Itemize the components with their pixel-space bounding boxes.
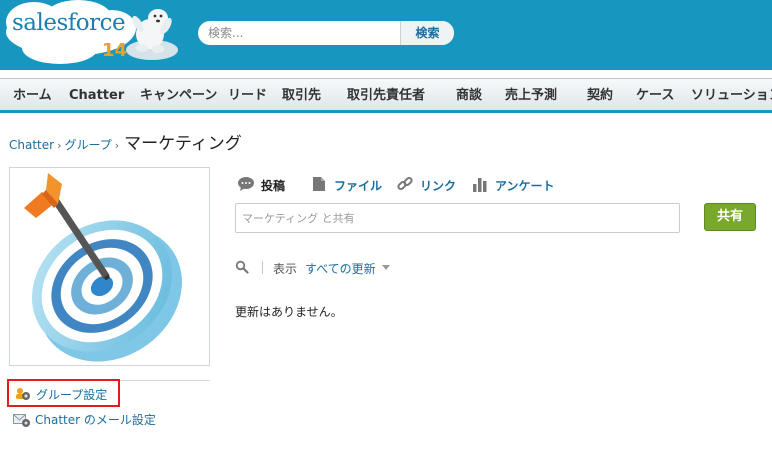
breadcrumb-separator: › <box>57 139 62 152</box>
email-settings-icon <box>13 414 30 427</box>
tab-cases[interactable]: ケース <box>636 79 674 110</box>
tab-leads[interactable]: リード <box>228 79 267 110</box>
publisher-file-tab[interactable]: ファイル <box>312 176 382 194</box>
target-arrow-image <box>24 173 182 362</box>
search-icon[interactable] <box>235 260 249 274</box>
tab-contracts[interactable]: 契約 <box>587 79 613 110</box>
bar-chart-icon <box>473 178 487 192</box>
group-settings-link[interactable]: グループ設定 <box>7 379 120 407</box>
publisher-poll-tab[interactable]: アンケート <box>472 176 557 194</box>
tab-solutions[interactable]: ソリューション <box>691 79 772 110</box>
group-photo <box>9 167 210 366</box>
breadcrumb-groups-link[interactable]: グループ <box>64 138 111 152</box>
publisher-link-tab[interactable]: リンク <box>397 176 457 194</box>
group-settings-icon <box>16 388 30 400</box>
publisher-file-label: ファイル <box>334 179 383 193</box>
publisher-link-label: リンク <box>420 179 457 193</box>
link-icon <box>397 176 413 191</box>
publisher-poll-label: アンケート <box>495 179 555 193</box>
share-post-input[interactable] <box>235 203 680 233</box>
chatter-email-settings-label: Chatter のメール設定 <box>35 413 156 427</box>
logo-version: 14 <box>102 40 128 61</box>
search-input[interactable] <box>198 21 392 45</box>
share-button[interactable]: 共有 <box>704 203 756 231</box>
tab-forecasts[interactable]: 売上予測 <box>505 79 557 110</box>
empty-feed-message: 更新はありません。 <box>235 305 343 319</box>
speech-bubble-icon <box>238 177 254 191</box>
tab-chatter[interactable]: Chatter <box>69 79 124 110</box>
tab-home[interactable]: ホーム <box>13 79 52 110</box>
filter-label: 表示 <box>273 262 298 276</box>
group-settings-label: グループ設定 <box>36 388 108 402</box>
publisher-post-tab[interactable]: 投稿 <box>237 176 297 194</box>
tab-bar: ホーム Chatter キャンペーン リード 取引先 取引先責任者 商談 売上予… <box>0 78 772 113</box>
tab-contacts[interactable]: 取引先責任者 <box>347 79 425 110</box>
breadcrumb: Chatter › グループ › マーケティング <box>9 129 242 154</box>
breadcrumb-chatter-link[interactable]: Chatter <box>9 138 54 152</box>
tab-opportunities[interactable]: 商談 <box>456 79 482 110</box>
tab-accounts[interactable]: 取引先 <box>282 79 321 110</box>
file-icon <box>313 177 325 191</box>
filter-divider <box>262 261 263 274</box>
search-button[interactable]: 検索 <box>400 21 454 45</box>
chevron-down-icon[interactable] <box>382 265 390 270</box>
logo-wordmark: salesforce <box>12 10 126 36</box>
breadcrumb-separator: › <box>114 139 120 152</box>
feed-filter-select[interactable]: すべての更新 <box>305 260 376 277</box>
page-title: マーケティング <box>124 134 242 154</box>
tab-campaigns[interactable]: キャンペーン <box>140 79 217 110</box>
publisher-post-label: 投稿 <box>261 179 286 193</box>
header-bar: salesforce 14 検索 <box>0 0 772 70</box>
